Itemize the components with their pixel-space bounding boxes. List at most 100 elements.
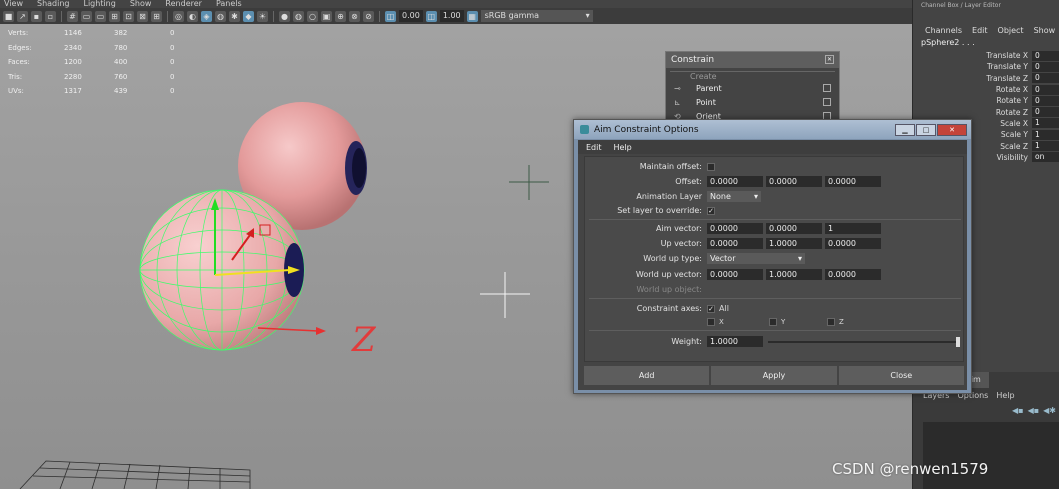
- up-z-field[interactable]: 0.0000: [825, 238, 881, 249]
- row-maintain-offset: Maintain offset:: [585, 160, 965, 173]
- set-override-checkbox[interactable]: ✓: [707, 206, 715, 215]
- row-aim-vector: Aim vector: 0.0000 0.0000 1: [585, 222, 965, 235]
- offset-y-field[interactable]: 0.0000: [766, 176, 822, 187]
- weight-slider-handle[interactable]: [956, 336, 960, 347]
- divider: [589, 330, 961, 331]
- aim-y-field[interactable]: 0.0000: [766, 223, 822, 234]
- axis-x-checkbox[interactable]: [707, 317, 715, 326]
- axis-y-label: Y: [781, 317, 786, 326]
- up-y-field[interactable]: 1.0000: [766, 238, 822, 249]
- row-up-vector: Up vector: 0.0000 1.0000 0.0000: [585, 237, 965, 250]
- world-up-y-field[interactable]: 1.0000: [766, 269, 822, 280]
- attr-name: Translate X: [986, 51, 1028, 61]
- attr-name: Translate Z: [986, 73, 1028, 83]
- aim-x-field[interactable]: 0.0000: [707, 223, 763, 234]
- attr-name: Rotate Y: [996, 96, 1028, 106]
- attr-translate-y[interactable]: Translate Y 0: [913, 61, 1059, 72]
- close-button[interactable]: Close: [838, 366, 964, 385]
- attr-value[interactable]: 0: [1032, 61, 1059, 72]
- selected-object-name[interactable]: pSphere2 . . .: [913, 38, 1059, 50]
- world-up-object-label: World up object:: [636, 285, 702, 294]
- weight-label: Weight:: [671, 337, 702, 346]
- dialog-body: Edit Help Maintain offset: Offset: 0.000…: [578, 140, 967, 390]
- minimize-icon[interactable]: ▁: [895, 123, 915, 136]
- menu-show[interactable]: Show: [1034, 26, 1056, 35]
- menu-object[interactable]: Object: [998, 26, 1024, 35]
- add-button[interactable]: Add: [584, 366, 710, 385]
- attr-value[interactable]: on: [1032, 152, 1059, 163]
- menu-help[interactable]: Help: [996, 391, 1014, 400]
- attr-value[interactable]: 0: [1032, 95, 1059, 106]
- constrain-title-bar[interactable]: Constrain ✕: [666, 52, 839, 68]
- menu-item-label: Point: [696, 97, 716, 107]
- attr-value[interactable]: 0: [1032, 50, 1059, 61]
- world-up-x-field[interactable]: 0.0000: [707, 269, 763, 280]
- apply-button[interactable]: Apply: [711, 366, 837, 385]
- maintain-offset-checkbox[interactable]: [707, 162, 715, 171]
- layer-new-icon[interactable]: ◀✱: [1043, 406, 1056, 415]
- attr-name: Translate Y: [986, 62, 1028, 72]
- attr-value[interactable]: 1: [1032, 141, 1059, 152]
- up-vector-label: Up vector:: [660, 239, 702, 248]
- layer-list[interactable]: [923, 422, 1059, 489]
- offset-z-field[interactable]: 0.0000: [825, 176, 881, 187]
- offset-x-field[interactable]: 0.0000: [707, 176, 763, 187]
- menu-item-parent[interactable]: ⊸ Parent: [666, 81, 839, 95]
- weight-slider[interactable]: [768, 336, 960, 347]
- close-icon[interactable]: ✕: [937, 123, 967, 136]
- weight-field[interactable]: 1.0000: [707, 336, 763, 347]
- attr-rotate-y[interactable]: Rotate Y 0: [913, 95, 1059, 106]
- offset-label: Offset:: [675, 177, 702, 186]
- layer-down-icon[interactable]: ◀▪: [1028, 406, 1040, 415]
- world-up-type-label: World up type:: [643, 254, 702, 263]
- row-set-override: Set layer to override: ✓: [585, 204, 965, 217]
- attr-value[interactable]: 1: [1032, 118, 1059, 129]
- attr-value[interactable]: 0: [1032, 73, 1059, 84]
- up-x-field[interactable]: 0.0000: [707, 238, 763, 249]
- axis-z-checkbox[interactable]: [827, 317, 835, 326]
- attr-value[interactable]: 0: [1032, 107, 1059, 118]
- close-icon[interactable]: ✕: [825, 55, 834, 64]
- row-offset: Offset: 0.0000 0.0000 0.0000: [585, 175, 965, 188]
- world-up-type-dropdown[interactable]: Vector: [707, 253, 805, 264]
- attr-rotate-z[interactable]: Rotate Z 0: [913, 106, 1059, 118]
- divider: [589, 219, 961, 220]
- watermark: CSDN @renwen1579: [832, 460, 989, 478]
- menu-edit[interactable]: Edit: [586, 143, 602, 152]
- layer-nav-buttons: ◀▪ ◀▪ ◀✱: [1012, 406, 1056, 415]
- menu-help[interactable]: Help: [614, 143, 632, 152]
- divider: [589, 298, 961, 299]
- axis-z-label: Z: [839, 317, 844, 326]
- locator-1[interactable]: [509, 165, 549, 200]
- attr-name: Rotate X: [995, 85, 1028, 95]
- row-weight: Weight: 1.0000: [585, 335, 965, 348]
- option-box-icon[interactable]: [823, 98, 831, 106]
- constraint-axes-label: Constraint axes:: [636, 304, 702, 313]
- set-override-label: Set layer to override:: [617, 206, 702, 215]
- locator-2[interactable]: [480, 272, 530, 318]
- row-constraint-axes: Constraint axes: ✓ All: [585, 302, 965, 315]
- animation-layer-label: Animation Layer: [636, 192, 702, 201]
- menu-channels[interactable]: Channels: [925, 26, 962, 35]
- axes-all-checkbox[interactable]: ✓: [707, 304, 715, 313]
- attr-translate-x[interactable]: Translate X 0: [913, 50, 1059, 61]
- maya-app-icon: [580, 125, 589, 134]
- axes-all-label: All: [719, 304, 729, 313]
- row-world-up-type: World up type: Vector: [585, 252, 965, 265]
- attr-value[interactable]: 1: [1032, 129, 1059, 140]
- option-box-icon[interactable]: [823, 84, 831, 92]
- attr-rotate-x[interactable]: Rotate X 0: [913, 84, 1059, 95]
- point-constraint-icon: ⊾: [674, 97, 681, 107]
- menu-item-point[interactable]: ⊾ Point: [666, 95, 839, 109]
- layer-up-icon[interactable]: ◀▪: [1012, 406, 1024, 415]
- aim-z-field[interactable]: 1: [825, 223, 881, 234]
- world-up-z-field[interactable]: 0.0000: [825, 269, 881, 280]
- dialog-title-bar[interactable]: Aim Constraint Options ▁ □ ✕: [574, 120, 971, 139]
- attr-value[interactable]: 0: [1032, 84, 1059, 95]
- menu-item-label: Parent: [696, 83, 722, 93]
- maximize-icon[interactable]: □: [916, 123, 936, 136]
- menu-edit[interactable]: Edit: [972, 26, 988, 35]
- axis-y-checkbox[interactable]: [769, 317, 777, 326]
- animation-layer-dropdown[interactable]: None: [707, 191, 761, 202]
- attr-translate-z[interactable]: Translate Z 0: [913, 73, 1059, 84]
